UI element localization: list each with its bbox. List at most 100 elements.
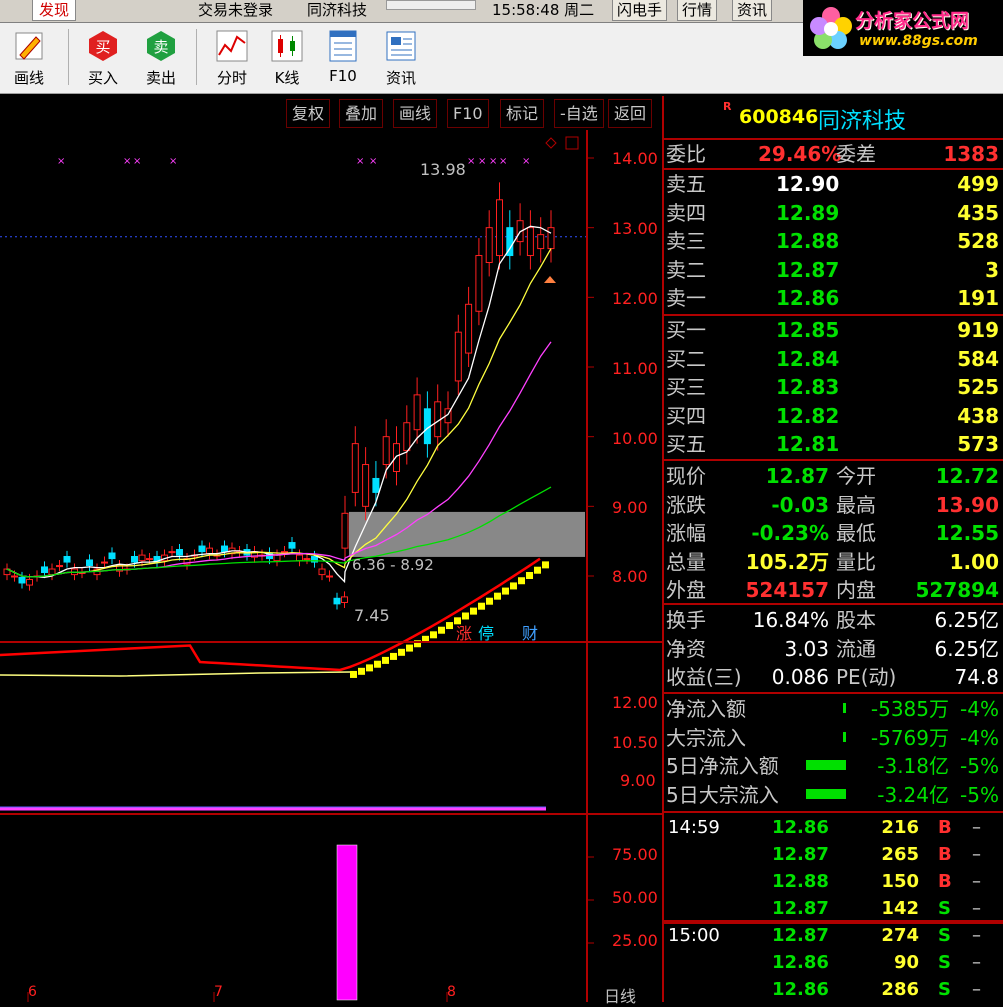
chart-menu: 复权 叠加 画线 F10 标记 -自选 返回 <box>0 96 662 130</box>
news-button[interactable]: 资讯 <box>376 29 426 88</box>
overlay-button[interactable]: 叠加 <box>339 99 384 128</box>
candle-body <box>526 227 534 257</box>
find-tab[interactable]: 发现 <box>32 0 77 21</box>
ask-label: 卖一 <box>666 286 706 310</box>
flow-percent: -5% <box>960 782 999 807</box>
bid-volume: 573 <box>957 432 999 456</box>
fund-value: 6.25亿 <box>934 608 999 632</box>
restore-rights-button[interactable]: 复权 <box>286 99 331 128</box>
stock-header: R 600846 同济科技 <box>664 96 1003 134</box>
order-ratio-label: 委比 <box>666 142 706 166</box>
flow-percent: -5% <box>960 754 999 778</box>
draw-line-button[interactable]: 画线 <box>393 99 438 128</box>
trade-tick-row: 12.88 150 B – <box>666 868 1001 896</box>
tick-volume: 90 <box>893 952 919 973</box>
toolbar-separator <box>68 29 69 85</box>
trade-tick-row: 14:59 12.86 216 B – <box>666 814 1001 842</box>
fund-value: 3.03 <box>784 636 829 661</box>
quote-button[interactable]: 行情 <box>677 0 718 21</box>
candle-body <box>41 566 48 574</box>
indicator-block <box>542 561 549 569</box>
newspaper-icon <box>386 31 416 61</box>
sell-label: 卖出 <box>145 69 176 87</box>
stat-label: 涨跌 <box>666 492 706 517</box>
stat-row: 现价 12.87 今开 12.72 <box>666 462 1001 490</box>
candle-body <box>326 575 333 578</box>
f10-button[interactable]: F10 <box>318 29 368 85</box>
candle-body <box>18 576 26 584</box>
kline-chart[interactable]: × × × × × × × × × × × <box>0 130 662 1002</box>
f10-menu-button[interactable]: F10 <box>447 99 489 128</box>
tick-price: 12.87 <box>772 925 829 946</box>
fund-value: 6.25亿 <box>934 636 999 661</box>
news-top-button[interactable]: 资讯 <box>732 0 773 21</box>
top-input[interactable] <box>386 0 476 10</box>
logo-site: www.88gs.com <box>859 33 978 49</box>
svg-text:买: 买 <box>95 38 110 56</box>
bid-price: 12.81 <box>776 432 840 456</box>
candle-body <box>26 578 33 586</box>
back-button[interactable]: 返回 <box>608 99 653 128</box>
stat-value: 524157 <box>745 578 830 602</box>
tick-price: 12.86 <box>772 952 829 973</box>
candle-body <box>413 394 421 431</box>
mark-button[interactable]: 标记 <box>500 99 545 128</box>
candle-body <box>56 565 63 568</box>
axis-divider <box>586 130 588 1002</box>
indicator-block <box>526 571 533 579</box>
fund-label: 净资 <box>666 636 706 661</box>
bid-volume: 438 <box>957 403 999 428</box>
indicator-block <box>486 597 493 605</box>
buy-button[interactable]: 买 买入 <box>78 29 128 88</box>
candle-body <box>465 303 473 354</box>
stat-label: 外盘 <box>666 578 706 602</box>
candle-body <box>48 568 56 576</box>
stat-row: 涨跌 -0.03 最高 13.90 <box>666 491 1001 519</box>
intraday-button[interactable]: 分时 <box>207 29 257 88</box>
stat-label: 最低 <box>836 521 876 545</box>
candle-body <box>475 255 483 312</box>
buy-label: 买入 <box>87 69 118 87</box>
fund-value: 0.086 <box>771 665 829 689</box>
add-watchlist-button[interactable]: -自选 <box>554 99 604 128</box>
svg-text:卖: 卖 <box>153 38 168 56</box>
candle-body <box>176 549 183 556</box>
row-divider <box>664 603 1003 605</box>
indicator-block <box>366 664 373 672</box>
flow-percent: -4% <box>960 725 999 750</box>
indicator-block <box>462 612 469 620</box>
ask-price: 12.87 <box>776 257 840 282</box>
bid-row: 买五 12.81 573 <box>666 430 1001 458</box>
logo-brand: 分析家公式网 <box>855 10 970 32</box>
bid-label: 买二 <box>666 346 706 371</box>
bid-row: 买四 12.82 438 <box>666 402 1001 430</box>
trade-tick-row: 12.87 265 B – <box>666 841 1001 869</box>
candle-body <box>393 443 400 472</box>
fund-label: 收益(三) <box>666 665 742 689</box>
bid-price: 12.83 <box>776 375 840 399</box>
signal-marker: × <box>522 156 530 167</box>
login-status[interactable]: 交易未登录 <box>198 0 273 20</box>
signal-arrow-icon <box>544 276 556 283</box>
indicator-block <box>390 652 397 660</box>
flow-bar <box>843 703 846 713</box>
row-divider <box>664 811 1003 813</box>
candle-body <box>86 559 93 567</box>
kline-chart-icon <box>271 30 303 62</box>
draw-button[interactable]: 画线 <box>4 29 54 88</box>
lightning-button[interactable]: 闪电手 <box>612 0 668 21</box>
signal-marker: × <box>467 156 475 167</box>
kline-button[interactable]: K线 <box>262 29 312 88</box>
bid-label: 买五 <box>666 432 706 456</box>
ask-label: 卖五 <box>666 172 706 196</box>
flow-value: -3.18亿 <box>877 754 949 778</box>
flow-value: -3.24亿 <box>877 782 949 807</box>
ask-price: 12.86 <box>776 286 840 310</box>
ask-volume: 528 <box>957 229 999 253</box>
candle-body <box>485 227 493 263</box>
tick-mark: – <box>972 925 981 946</box>
sell-button[interactable]: 卖 卖出 <box>136 29 186 88</box>
stat-value: -0.03 <box>771 492 829 517</box>
stat-value: 12.87 <box>765 464 829 488</box>
stat-value: -0.23% <box>751 521 829 545</box>
